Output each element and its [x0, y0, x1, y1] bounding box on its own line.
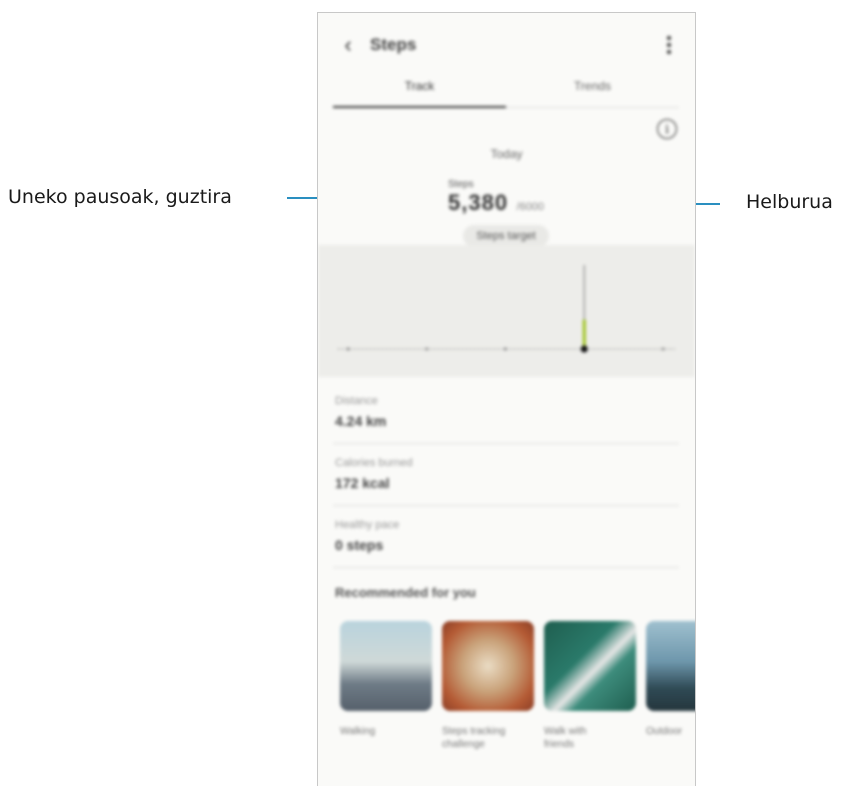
more-options-icon[interactable] [663, 33, 675, 57]
stat-distance[interactable]: Distance 4.24 km [333, 381, 679, 444]
recommended-title: Recommended for you [335, 585, 476, 600]
card-title: Outdoor [646, 726, 683, 737]
steps-goal-value: /6000 [516, 201, 545, 213]
stat-calories[interactable]: Calories burned 172 kcal [333, 443, 679, 506]
stat-label: Calories burned [335, 457, 413, 469]
card-title: Walk with [544, 726, 587, 737]
recommended-card[interactable]: Outdoor [646, 621, 695, 738]
period-label: Today [490, 147, 523, 161]
stat-label: Distance [335, 395, 378, 407]
app-bar: ‹ Steps [318, 13, 695, 77]
card-thumbnail [340, 621, 432, 711]
chart-current-point [580, 345, 588, 353]
steps-chart [318, 245, 695, 377]
current-steps-callout-label: Uneko pausoak, guztira [8, 186, 232, 208]
steps-target-button[interactable]: Steps target [463, 225, 549, 247]
stat-value: 4.24 km [335, 413, 387, 429]
recommended-card[interactable]: Walk with friends [544, 621, 636, 751]
tab-track[interactable]: Track [333, 79, 506, 93]
back-arrow-icon[interactable]: ‹ [338, 33, 358, 57]
chart-tick [504, 347, 507, 351]
card-thumbnail [646, 621, 695, 711]
info-icon[interactable]: i [657, 119, 677, 139]
phone-screen: ‹ Steps Track Trends i Today Steps 5,380… [317, 12, 696, 786]
stat-label: Healthy pace [335, 519, 400, 531]
current-steps-value: 5,380 [448, 190, 509, 215]
stat-value: 172 kcal [335, 475, 390, 491]
recommended-card[interactable]: Walking [340, 621, 432, 738]
stat-value: 0 steps [335, 537, 384, 553]
recommended-card[interactable]: Steps tracking challenge [442, 621, 534, 751]
card-thumbnail [544, 621, 636, 711]
card-title: Walking [340, 726, 376, 737]
chart-tick [425, 347, 429, 351]
chart-tick [661, 347, 665, 351]
steps-label: Steps [448, 179, 474, 190]
card-subtitle: friends [544, 739, 575, 750]
card-thumbnail [442, 621, 534, 711]
chart-bar [582, 319, 586, 349]
steps-summary: Steps 5,380 /6000 [448, 179, 544, 216]
tab-trends[interactable]: Trends [506, 79, 679, 93]
goal-callout-label: Helburua [746, 191, 833, 213]
card-title: Steps tracking [442, 726, 506, 737]
active-tab-indicator [333, 106, 506, 108]
card-subtitle: challenge [442, 739, 485, 750]
chart-tick [346, 347, 350, 351]
tab-bar: Track Trends [333, 77, 679, 108]
stat-healthy-pace[interactable]: Healthy pace 0 steps [333, 505, 679, 568]
page-title: Steps [370, 35, 417, 54]
steps-chart-svg [338, 265, 675, 353]
